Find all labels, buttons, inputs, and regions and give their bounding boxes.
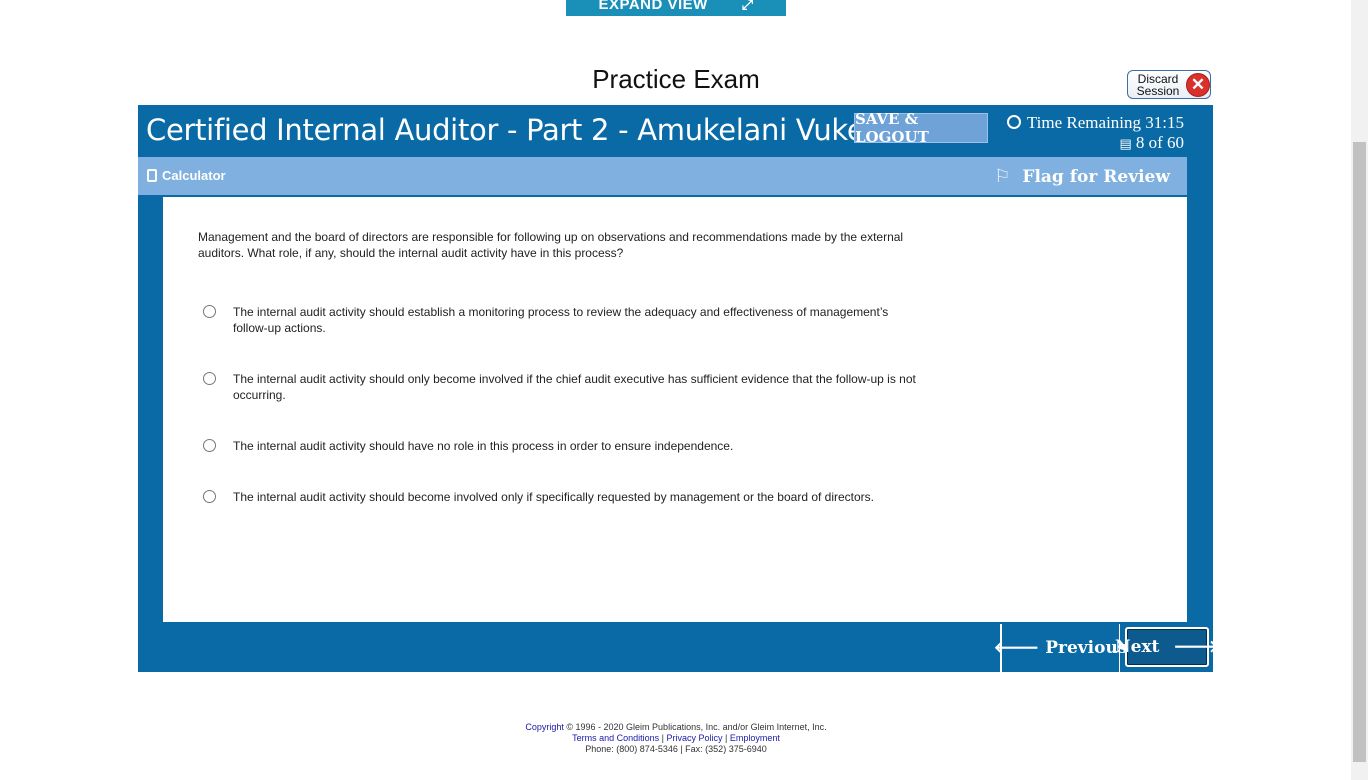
scrollbar-thumb[interactable] xyxy=(1353,142,1366,762)
copyright-text: © 1996 - 2020 Gleim Publications, Inc. a… xyxy=(563,722,827,732)
exam-frame: Certified Internal Auditor - Part 2 - Am… xyxy=(138,105,1219,672)
save-logout-button[interactable]: SAVE & LOGOUT xyxy=(854,110,988,146)
next-label: Next xyxy=(1115,637,1160,657)
radio-button[interactable] xyxy=(203,372,216,385)
flag-icon: ⚐ xyxy=(994,166,1011,187)
answer-option[interactable]: The internal audit activity should only … xyxy=(203,371,918,403)
answer-option-text: The internal audit activity should becom… xyxy=(233,490,875,504)
time-remaining: Time Remaining 31:15 xyxy=(1026,113,1184,132)
copyright-link[interactable]: Copyright xyxy=(525,722,564,732)
flag-for-review-label: Flag for Review xyxy=(1022,166,1170,187)
page-scrollbar[interactable] xyxy=(1351,0,1368,780)
calculator-label: Calculator xyxy=(162,168,226,183)
answer-option[interactable]: The internal audit activity should estab… xyxy=(203,304,918,336)
calculator-button[interactable]: Calculator xyxy=(147,168,226,183)
flag-for-review-button[interactable]: ⚐ Flag for Review xyxy=(994,166,1170,187)
previous-button[interactable]: 🡐 Previous xyxy=(994,624,1127,672)
calculator-icon xyxy=(147,169,157,182)
next-button[interactable]: Next 🡒 xyxy=(1115,627,1219,667)
question-count: 8 of 60 xyxy=(1135,133,1184,152)
terms-link[interactable]: Terms and Conditions xyxy=(572,733,659,743)
clock-icon xyxy=(1006,115,1021,129)
discard-session-label: Discard Session xyxy=(1136,71,1180,98)
exam-status: Time Remaining 31:15 ▤ 8 of 60 xyxy=(1006,113,1184,154)
question-text: Management and the board of directors ar… xyxy=(198,230,904,260)
employment-link[interactable]: Employment xyxy=(730,733,780,743)
exam-title: Certified Internal Auditor - Part 2 - Am… xyxy=(146,113,890,147)
radio-button[interactable] xyxy=(203,305,216,318)
expand-view-button[interactable]: EXPAND VIEW ⤢ xyxy=(566,0,786,16)
answer-option[interactable]: The internal audit activity should becom… xyxy=(203,489,918,505)
discard-session-button[interactable]: Discard Session ✕ xyxy=(1127,70,1211,99)
question-list-icon: ▤ xyxy=(1119,136,1132,151)
contact-info: Phone: (800) 874-5346 | Fax: (352) 375-6… xyxy=(585,744,767,754)
question-panel: Management and the board of directors ar… xyxy=(163,197,1187,622)
navigation-bar: 🡐 Previous Next 🡒 xyxy=(138,624,1219,672)
expand-view-label: EXPAND VIEW xyxy=(598,0,708,13)
answer-option[interactable]: The internal audit activity should have … xyxy=(203,438,918,454)
radio-button[interactable] xyxy=(203,490,216,503)
question-toolbar: Calculator ⚐ Flag for Review xyxy=(138,157,1187,195)
footer: Copyright © 1996 - 2020 Gleim Publicatio… xyxy=(0,722,1352,755)
expand-arrow-icon: ⤢ xyxy=(741,0,754,12)
arrow-right-icon: 🡒 xyxy=(1173,637,1219,657)
close-icon: ✕ xyxy=(1186,72,1210,97)
answer-option-text: The internal audit activity should have … xyxy=(233,439,734,453)
arrow-left-icon: 🡐 xyxy=(993,638,1040,658)
answer-option-text: The internal audit activity should estab… xyxy=(233,305,889,335)
answer-option-text: The internal audit activity should only … xyxy=(233,372,916,402)
privacy-link[interactable]: Privacy Policy xyxy=(667,733,723,743)
radio-button[interactable] xyxy=(203,439,216,452)
